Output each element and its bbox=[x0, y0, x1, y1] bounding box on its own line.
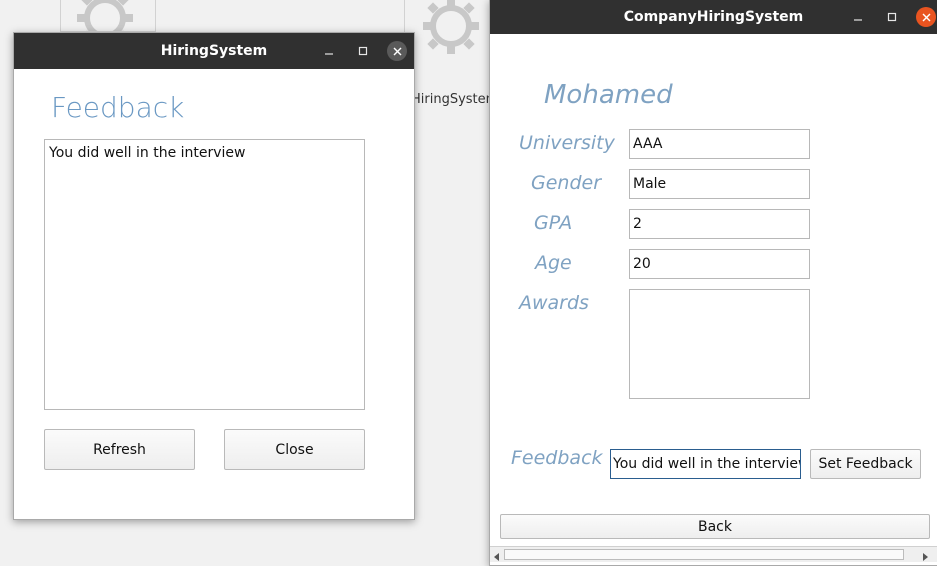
main-window: CompanyHiringSystem Mohamed University A… bbox=[489, 0, 937, 566]
close-dialog-button[interactable]: Close bbox=[224, 429, 365, 470]
gender-field[interactable]: Male bbox=[629, 169, 810, 199]
arrow-right-icon[interactable] bbox=[920, 550, 930, 561]
age-label: Age bbox=[535, 252, 572, 274]
close-icon bbox=[916, 7, 936, 27]
minimize-icon[interactable] bbox=[315, 33, 343, 69]
feedback-label: Feedback bbox=[511, 447, 603, 469]
maximize-icon[interactable] bbox=[878, 0, 906, 34]
desktop-icon-label[interactable]: HiringSystem bbox=[411, 92, 498, 107]
window-title: CompanyHiringSystem bbox=[623, 9, 804, 25]
awards-textarea[interactable] bbox=[629, 289, 810, 399]
close-button[interactable] bbox=[912, 0, 937, 34]
scrollbar-thumb[interactable] bbox=[504, 549, 904, 560]
feedback-window: HiringSystem Feedback You did well in th… bbox=[13, 32, 415, 520]
feedback-input[interactable]: You did well in the interview bbox=[610, 449, 801, 479]
feedback-textarea[interactable]: You did well in the interview bbox=[44, 139, 365, 410]
candidate-name: Mohamed bbox=[544, 80, 673, 110]
gear-icon bbox=[423, 0, 479, 54]
maximize-icon[interactable] bbox=[349, 33, 377, 69]
university-field[interactable]: AAA bbox=[629, 129, 810, 159]
set-feedback-button[interactable]: Set Feedback bbox=[810, 449, 921, 479]
arrow-left-icon[interactable] bbox=[492, 550, 502, 561]
gender-label: Gender bbox=[531, 172, 602, 194]
close-button[interactable] bbox=[383, 33, 411, 69]
back-button[interactable]: Back bbox=[500, 514, 930, 539]
gpa-field[interactable]: 2 bbox=[629, 209, 810, 239]
desktop-icon-frame bbox=[60, 0, 156, 32]
window-title: HiringSystem bbox=[160, 43, 268, 59]
awards-label: Awards bbox=[519, 292, 589, 314]
feedback-text: You did well in the interview bbox=[49, 145, 246, 161]
gpa-label: GPA bbox=[534, 212, 573, 234]
age-field[interactable]: 20 bbox=[629, 249, 810, 279]
university-label: University bbox=[519, 132, 615, 154]
horizontal-scrollbar[interactable] bbox=[490, 546, 937, 562]
feedback-heading: Feedback bbox=[51, 91, 185, 124]
minimize-icon[interactable] bbox=[844, 0, 872, 34]
refresh-button[interactable]: Refresh bbox=[44, 429, 195, 470]
close-icon bbox=[387, 41, 407, 61]
